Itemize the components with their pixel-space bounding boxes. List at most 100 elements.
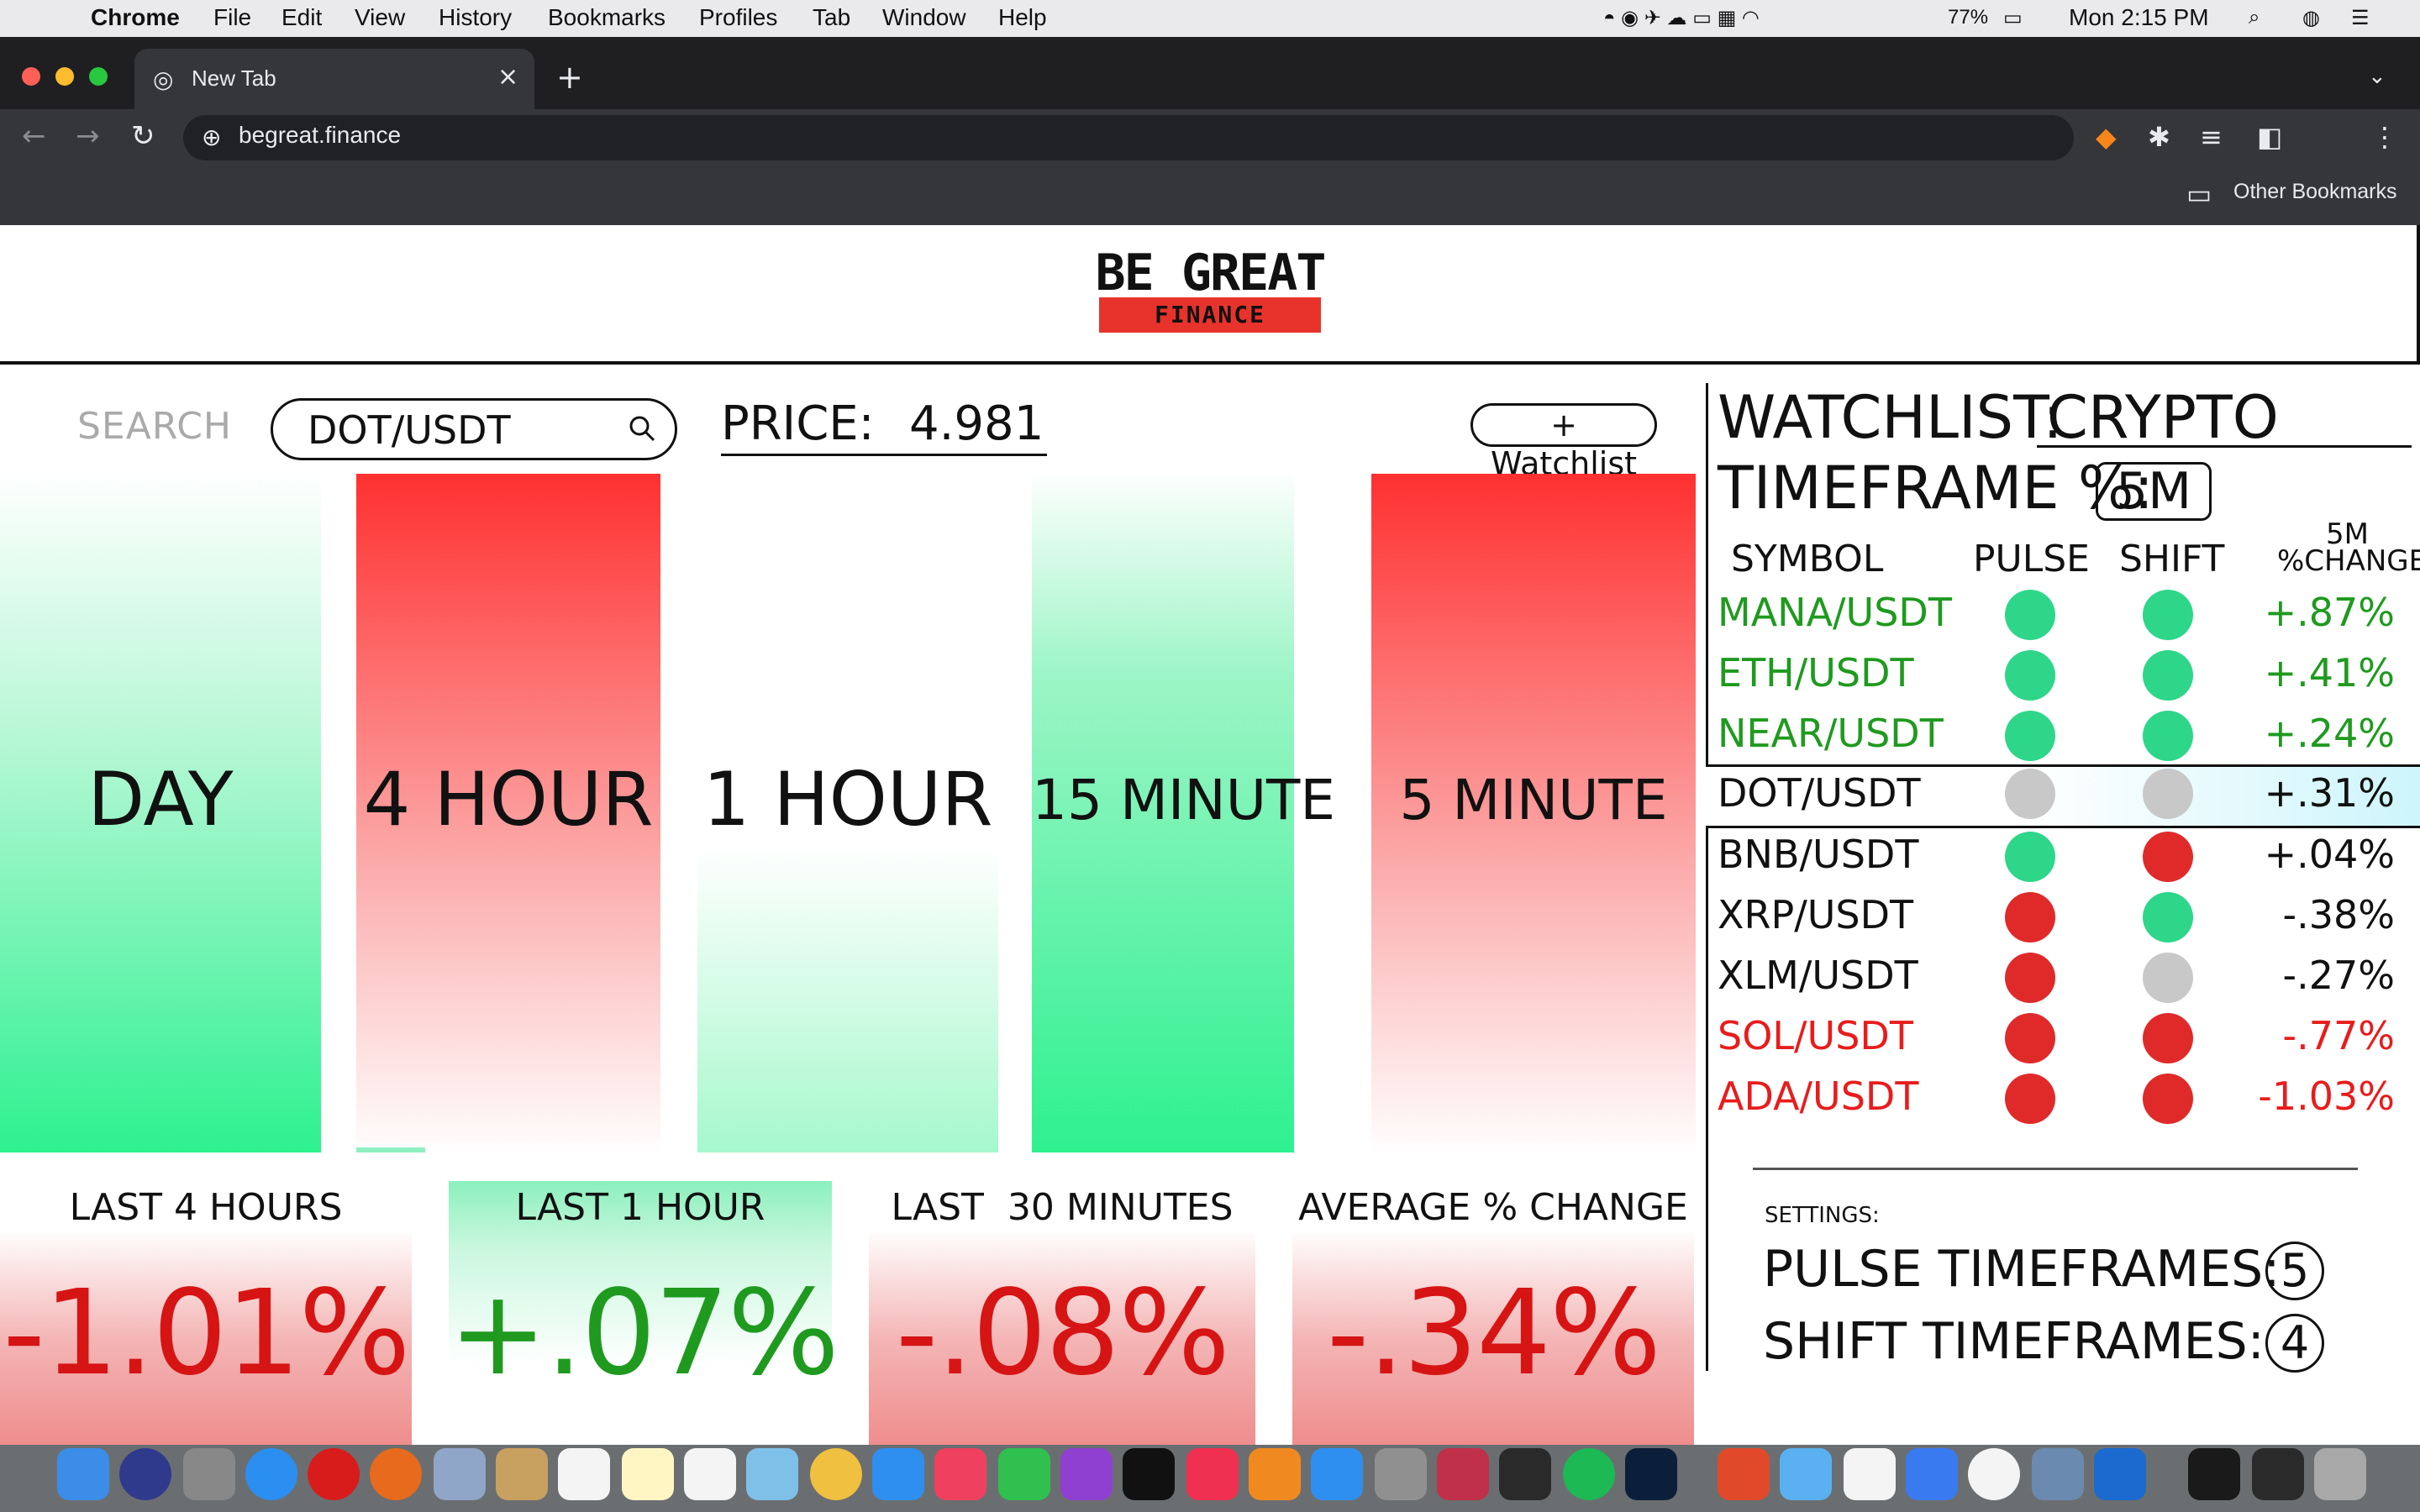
timeframe-select[interactable]: 5M <box>2096 462 2212 521</box>
perplexity-icon[interactable] <box>1499 1448 1551 1500</box>
menu-window[interactable]: Window <box>882 4 966 31</box>
recent-document-icon[interactable] <box>2188 1448 2240 1500</box>
menu-help[interactable]: Help <box>998 4 1047 31</box>
search-input[interactable] <box>308 407 610 454</box>
address-bar[interactable]: ⊕ begreat.finance <box>183 115 2074 160</box>
menu-history[interactable]: History <box>439 4 512 31</box>
shift-timeframes-value[interactable]: 4 <box>2265 1314 2324 1373</box>
siri-app-icon[interactable] <box>119 1448 171 1500</box>
timeframe-bar-5-minute[interactable]: 5 MINUTE <box>1371 474 1696 1156</box>
row-symbol[interactable]: NEAR/USDT <box>1718 711 1944 756</box>
menu-profiles[interactable]: Profiles <box>699 4 777 31</box>
tw-app-icon[interactable] <box>1437 1448 1489 1500</box>
back-arrow-icon[interactable]: ← <box>22 119 46 153</box>
chrome-menu-icon[interactable]: ⋮ <box>2371 121 2398 153</box>
messages-icon[interactable] <box>872 1448 924 1500</box>
add-watchlist-button[interactable]: + Watchlist <box>1470 403 1657 482</box>
watchlist-row[interactable]: BNB/USDT +.04% <box>1706 827 2420 887</box>
menu-edit[interactable]: Edit <box>281 4 322 31</box>
podcasts-icon[interactable] <box>1060 1448 1113 1500</box>
menubar-clock[interactable]: Mon 2:15 PM <box>2069 4 2209 31</box>
metamask-extension-icon[interactable]: ◆ <box>2096 121 2117 153</box>
timeframe-bar-day[interactable]: DAY <box>0 470 321 1152</box>
launchpad-icon[interactable] <box>183 1448 235 1500</box>
maps-icon[interactable] <box>746 1448 798 1500</box>
watchlist-row[interactable]: SOL/USDT -.77% <box>1706 1008 2420 1068</box>
reload-icon[interactable]: ↻ <box>131 119 155 153</box>
row-symbol[interactable]: XRP/USDT <box>1718 892 1913 937</box>
watchlist-row[interactable]: MANA/USDT +.87% <box>1706 585 2420 645</box>
calendar-icon[interactable] <box>558 1448 610 1500</box>
menu-file[interactable]: File <box>213 4 251 31</box>
zoom-window-button[interactable] <box>89 67 108 86</box>
timeframe-bar-4-hour[interactable]: 4 HOUR <box>356 474 660 1156</box>
logo-subtitle[interactable]: FINANCE <box>1099 297 1321 333</box>
other-bookmarks-link[interactable]: Other Bookmarks <box>2233 180 2397 204</box>
row-symbol[interactable]: BNB/USDT <box>1718 832 1918 877</box>
timeframe-bar-1-hour[interactable]: 1 HOUR <box>697 470 998 1152</box>
chrome-icon[interactable] <box>1968 1448 2020 1500</box>
news-icon[interactable] <box>1186 1448 1239 1500</box>
watchlist-row[interactable]: ADA/USDT -1.03% <box>1706 1068 2420 1129</box>
photos-icon[interactable] <box>810 1448 862 1500</box>
spotify-icon[interactable] <box>1563 1448 1615 1500</box>
system-preferences-icon[interactable] <box>1375 1448 1427 1500</box>
siri-icon[interactable]: ◍ <box>2302 6 2320 30</box>
row-symbol[interactable]: SOL/USDT <box>1718 1013 1913 1058</box>
side-panel-icon[interactable]: ◧ <box>2257 121 2282 153</box>
facetime-icon[interactable] <box>998 1448 1050 1500</box>
shield-app-icon[interactable] <box>1780 1448 1832 1500</box>
arc-app-icon[interactable] <box>1906 1448 1958 1500</box>
recent-document-icon[interactable] <box>2252 1448 2304 1500</box>
finder-icon[interactable] <box>57 1448 109 1500</box>
opera-icon[interactable] <box>308 1448 360 1500</box>
close-window-button[interactable] <box>22 67 40 86</box>
watchlist-row[interactable]: XLM/USDT -.27% <box>1706 948 2420 1008</box>
notes-icon[interactable] <box>622 1448 674 1500</box>
remote-desktop-icon[interactable] <box>1718 1448 1770 1500</box>
pulse-timeframes-value[interactable]: 5 <box>2265 1242 2324 1300</box>
row-symbol[interactable]: XLM/USDT <box>1718 953 1918 998</box>
watchlist-row[interactable]: NEAR/USDT +.24% <box>1706 706 2420 766</box>
watchlist-name[interactable]: CRYPTO <box>2047 383 2279 452</box>
menu-tab[interactable]: Tab <box>813 4 850 31</box>
close-tab-icon[interactable]: × <box>497 62 518 92</box>
contacts-icon[interactable] <box>496 1448 548 1500</box>
books-icon[interactable] <box>1249 1448 1301 1500</box>
row-symbol[interactable]: MANA/USDT <box>1718 590 1952 635</box>
reminders-icon[interactable] <box>684 1448 736 1500</box>
music-icon[interactable] <box>934 1448 986 1500</box>
logo-title[interactable]: BE GREAT <box>1092 244 1328 302</box>
watchlist-row-selected[interactable]: DOT/USDT +.31% <box>1706 764 2420 828</box>
trash-icon[interactable] <box>2314 1448 2366 1500</box>
safari-icon[interactable] <box>245 1448 297 1500</box>
battery-icon[interactable]: ▭ <box>2003 6 2023 30</box>
timeframe-bar-15-minute[interactable]: 15 MINUTE <box>1032 470 1335 1152</box>
row-symbol[interactable]: ADA/USDT <box>1718 1074 1918 1119</box>
outlook-icon[interactable] <box>2094 1448 2146 1500</box>
preview-icon[interactable] <box>2032 1448 2084 1500</box>
photoshop-icon[interactable] <box>1625 1448 1677 1500</box>
menu-view[interactable]: View <box>355 4 405 31</box>
firefox-icon[interactable] <box>370 1448 422 1500</box>
row-symbol[interactable]: DOT/USDT <box>1718 770 1921 816</box>
mail-bird-icon[interactable] <box>434 1448 486 1500</box>
status-icons[interactable]: ◓ ◉ ✈ ☁ ▭ ▦ ◠ <box>1603 6 1760 30</box>
textedit-icon[interactable] <box>1844 1448 1896 1500</box>
new-tab-button[interactable]: + <box>556 59 583 96</box>
app-store-icon[interactable] <box>1311 1448 1363 1500</box>
menu-app-name[interactable]: Chrome <box>91 4 180 31</box>
spotlight-icon[interactable]: ⌕ <box>2249 6 2260 29</box>
watchlist-row[interactable]: ETH/USDT +.41% <box>1706 645 2420 706</box>
forward-arrow-icon[interactable]: → <box>76 119 100 153</box>
control-center-icon[interactable]: ☰ <box>2351 6 2370 30</box>
search-icon[interactable] <box>627 413 657 444</box>
tab-search-chevron-icon[interactable]: ⌄ <box>2368 64 2386 89</box>
tab-new-tab[interactable]: ◎ New Tab × <box>134 49 534 109</box>
row-symbol[interactable]: ETH/USDT <box>1718 650 1914 696</box>
apple-tv-icon[interactable] <box>1123 1448 1175 1500</box>
minimize-window-button[interactable] <box>55 67 74 86</box>
extensions-puzzle-icon[interactable]: ✱ <box>2148 121 2170 153</box>
watchlist-row[interactable]: XRP/USDT -.38% <box>1706 887 2420 948</box>
menu-bookmarks[interactable]: Bookmarks <box>548 4 666 31</box>
